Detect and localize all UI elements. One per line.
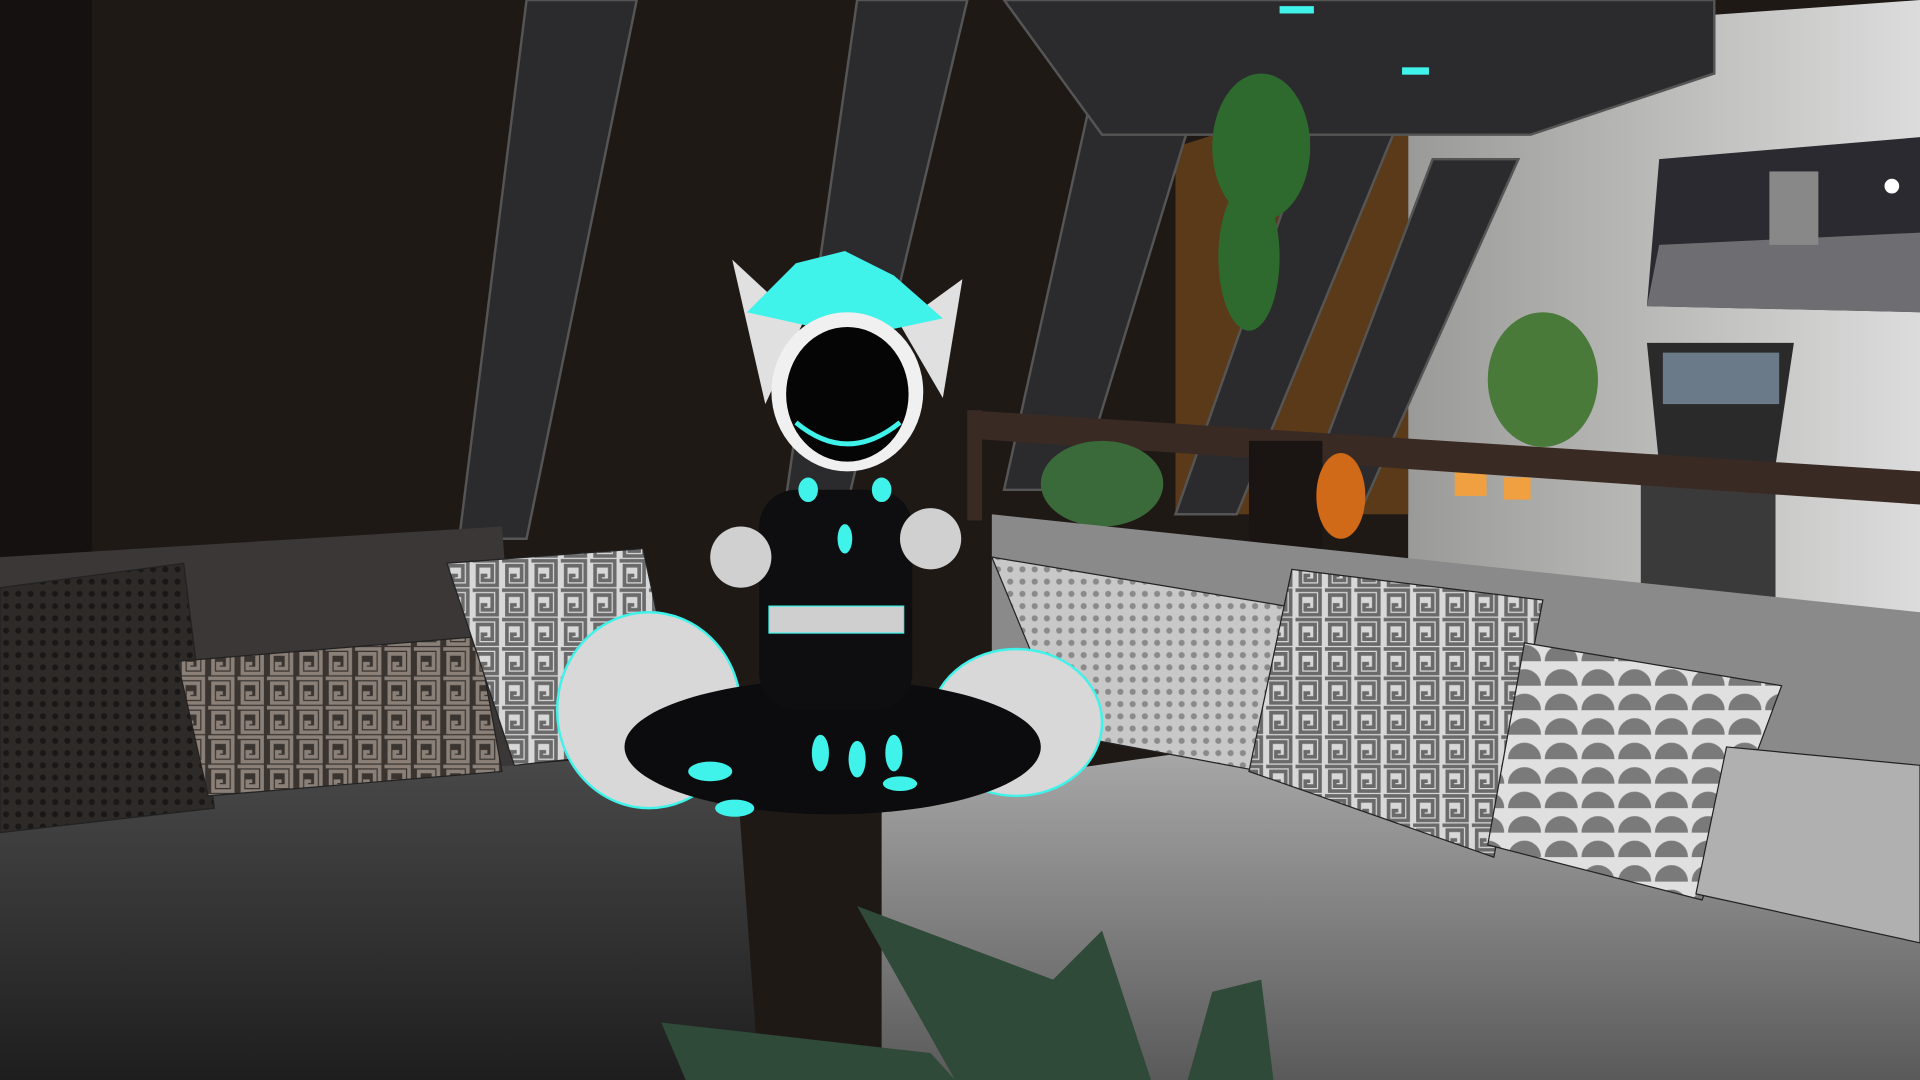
left-pillar — [0, 0, 92, 564]
wall-poster-moon — [1646, 137, 1920, 313]
avatar-shoulder-left — [710, 526, 772, 588]
shelf-plant — [1487, 312, 1598, 447]
desk-plant — [1040, 440, 1164, 527]
avatar-shoulder-right — [900, 508, 962, 570]
game-viewport[interactable] — [0, 0, 1920, 1080]
avatar-torso — [759, 489, 913, 711]
avatar-belt — [768, 605, 905, 634]
